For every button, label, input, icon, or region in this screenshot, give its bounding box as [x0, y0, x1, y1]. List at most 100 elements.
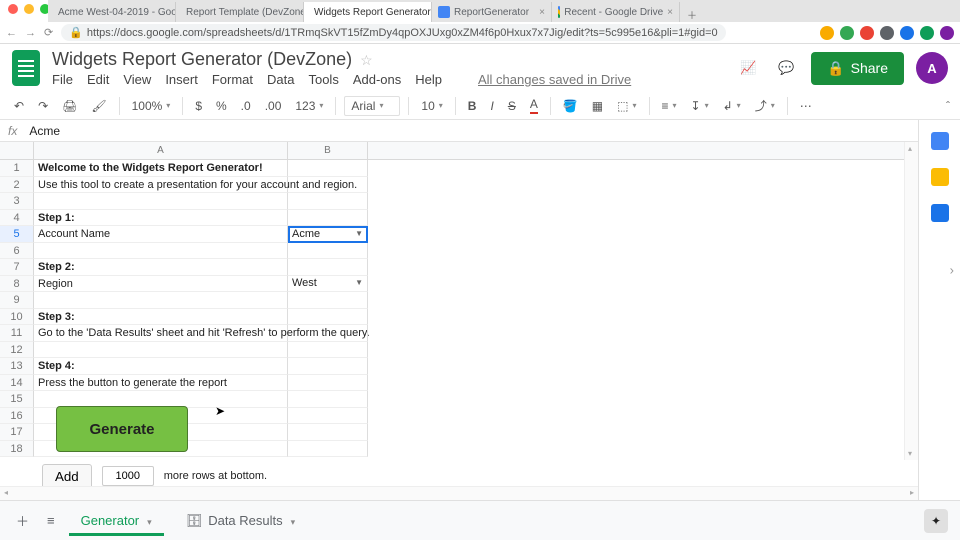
- cell[interactable]: Step 3:: [34, 309, 288, 326]
- text-color-icon[interactable]: A: [526, 95, 542, 116]
- cell[interactable]: Step 2:: [34, 259, 288, 276]
- strike-icon[interactable]: S: [504, 97, 520, 115]
- tasks-icon[interactable]: [931, 204, 949, 222]
- cell[interactable]: [288, 177, 368, 194]
- italic-icon[interactable]: I: [486, 97, 497, 115]
- row-number[interactable]: 11: [0, 325, 34, 342]
- menu-file[interactable]: File: [52, 72, 73, 87]
- cell[interactable]: [288, 309, 368, 326]
- row-number[interactable]: 16: [0, 408, 34, 425]
- menu-view[interactable]: View: [123, 72, 151, 87]
- browser-tab[interactable]: Acme West-04-2019 - Googl…×: [48, 2, 176, 22]
- row-number[interactable]: 2: [0, 177, 34, 194]
- sheets-logo-icon[interactable]: [12, 50, 40, 86]
- collapse-toolbar-icon[interactable]: ˆ: [946, 99, 950, 113]
- sheet-tab-data-results[interactable]: 🗄Data Results: [174, 505, 307, 537]
- menu-insert[interactable]: Insert: [165, 72, 198, 87]
- cell[interactable]: Go to the 'Data Results' sheet and hit '…: [34, 325, 288, 342]
- v-align-icon[interactable]: ↧: [687, 97, 713, 115]
- row-number[interactable]: 1: [0, 160, 34, 177]
- close-icon[interactable]: ×: [667, 7, 673, 18]
- cell[interactable]: [288, 391, 368, 408]
- vertical-scrollbar[interactable]: [904, 142, 918, 460]
- cell[interactable]: [288, 325, 368, 342]
- row-number[interactable]: 3: [0, 193, 34, 210]
- cell[interactable]: Region: [34, 276, 288, 293]
- add-rows-count-input[interactable]: [102, 466, 154, 486]
- menu-addons[interactable]: Add-ons: [353, 72, 401, 87]
- table-row[interactable]: 9: [0, 292, 918, 309]
- bold-icon[interactable]: B: [464, 97, 481, 115]
- forward-icon[interactable]: →: [25, 27, 36, 39]
- table-row[interactable]: 6: [0, 243, 918, 260]
- document-title[interactable]: Widgets Report Generator (DevZone)☆: [52, 49, 631, 70]
- all-sheets-icon[interactable]: ≡: [43, 509, 59, 532]
- table-row[interactable]: 12: [0, 342, 918, 359]
- row-number[interactable]: 15: [0, 391, 34, 408]
- increase-decimal-icon[interactable]: .00: [261, 97, 286, 115]
- chevron-down-icon[interactable]: ▼: [355, 226, 363, 242]
- browser-tab[interactable]: Recent - Google Drive×: [552, 2, 680, 22]
- comments-icon[interactable]: 💬: [773, 55, 799, 81]
- menu-tools[interactable]: Tools: [308, 72, 338, 87]
- generate-button[interactable]: Generate: [56, 406, 188, 452]
- ext-icon[interactable]: [920, 26, 934, 40]
- ext-icon[interactable]: [820, 26, 834, 40]
- cell[interactable]: [34, 292, 288, 309]
- cell[interactable]: Step 4:: [34, 358, 288, 375]
- star-icon[interactable]: ☆: [360, 52, 373, 68]
- ext-icon[interactable]: [880, 26, 894, 40]
- row-number[interactable]: 18: [0, 441, 34, 458]
- collapse-sidepanel-icon[interactable]: ›: [950, 263, 954, 278]
- cell[interactable]: [288, 243, 368, 260]
- cell[interactable]: [288, 358, 368, 375]
- sheet-tab-generator[interactable]: Generator: [69, 505, 164, 536]
- cell[interactable]: Use this tool to create a presentation f…: [34, 177, 288, 194]
- chevron-down-icon[interactable]: ▼: [355, 275, 363, 291]
- h-align-icon[interactable]: ≡: [658, 97, 681, 115]
- avatar[interactable]: A: [916, 52, 948, 84]
- table-row[interactable]: 3: [0, 193, 918, 210]
- close-window-icon[interactable]: [8, 4, 18, 14]
- select-all-corner[interactable]: [0, 142, 34, 159]
- ext-icon[interactable]: [840, 26, 854, 40]
- close-icon[interactable]: ×: [539, 7, 545, 18]
- reload-icon[interactable]: ⟳: [44, 26, 53, 39]
- dropdown-cell[interactable]: Acme▼: [288, 226, 368, 243]
- ext-icon[interactable]: [900, 26, 914, 40]
- table-row[interactable]: 11Go to the 'Data Results' sheet and hit…: [0, 325, 918, 342]
- table-row[interactable]: 1Welcome to the Widgets Report Generator…: [0, 160, 918, 177]
- table-row[interactable]: 5Account NameAcme▼: [0, 226, 918, 243]
- table-row[interactable]: 7Step 2:: [0, 259, 918, 276]
- table-row[interactable]: 4Step 1:: [0, 210, 918, 227]
- row-number[interactable]: 6: [0, 243, 34, 260]
- row-number[interactable]: 4: [0, 210, 34, 227]
- row-number[interactable]: 12: [0, 342, 34, 359]
- table-row[interactable]: 8RegionWest▼: [0, 276, 918, 293]
- calendar-icon[interactable]: [931, 132, 949, 150]
- add-sheet-icon[interactable]: ＋: [12, 507, 33, 534]
- trend-icon[interactable]: 📈: [735, 55, 761, 81]
- more-toolbar-icon[interactable]: ⋯: [796, 97, 816, 115]
- font-selector[interactable]: Arial: [344, 96, 400, 116]
- cell[interactable]: [288, 424, 368, 441]
- menu-data[interactable]: Data: [267, 72, 294, 87]
- explore-button[interactable]: ✦: [924, 509, 948, 533]
- currency-icon[interactable]: $: [191, 97, 206, 115]
- cell[interactable]: Welcome to the Widgets Report Generator!: [34, 160, 288, 177]
- more-formats[interactable]: 123: [291, 97, 327, 115]
- decrease-decimal-icon[interactable]: .0: [237, 97, 255, 115]
- cell[interactable]: Account Name: [34, 226, 288, 243]
- cell[interactable]: [288, 375, 368, 392]
- cell[interactable]: Press the button to generate the report: [34, 375, 288, 392]
- share-button[interactable]: 🔒Share: [811, 52, 904, 85]
- cell[interactable]: Step 1:: [34, 210, 288, 227]
- minimize-window-icon[interactable]: [24, 4, 34, 14]
- row-number[interactable]: 13: [0, 358, 34, 375]
- dropdown-cell[interactable]: West▼: [288, 276, 368, 293]
- font-size-selector[interactable]: 10: [417, 97, 446, 115]
- browser-tab[interactable]: Report Template (DevZone) …×: [176, 2, 304, 22]
- cell[interactable]: [34, 193, 288, 210]
- cell[interactable]: [34, 342, 288, 359]
- redo-icon[interactable]: ↷: [34, 97, 52, 115]
